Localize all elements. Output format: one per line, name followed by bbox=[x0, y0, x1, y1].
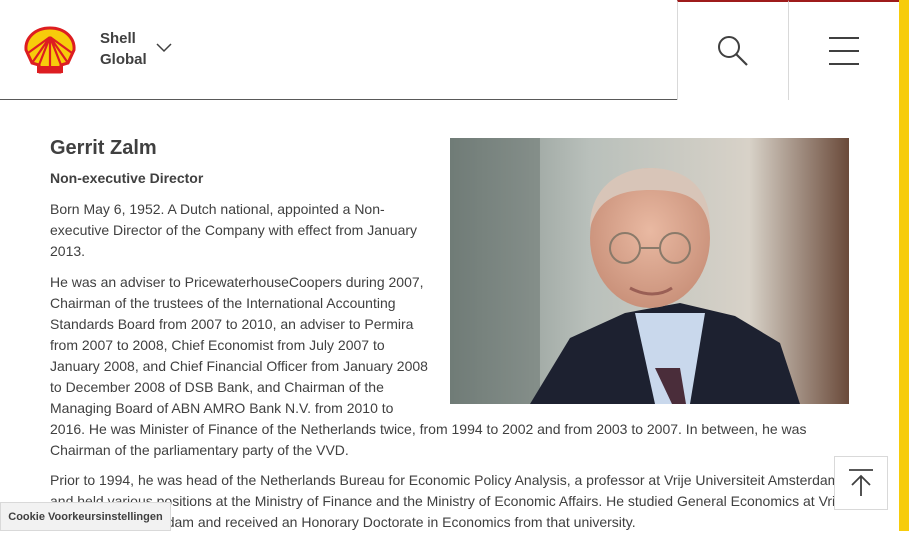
back-to-top-button[interactable] bbox=[834, 456, 888, 510]
profile-career: He was an adviser to PricewaterhouseCoop… bbox=[50, 272, 806, 461]
brand-line1: Shell bbox=[100, 30, 136, 47]
shell-logo[interactable] bbox=[23, 26, 77, 75]
brand-label[interactable]: Shell Global bbox=[100, 28, 147, 70]
career-line: Chairman of the trustees of the Internat… bbox=[50, 295, 396, 311]
career-line: from 2007 to 2008, Chief Economist from … bbox=[50, 337, 385, 353]
career-line: Chairman of the parliamentary party of t… bbox=[50, 442, 349, 458]
profile-name: Gerrit Zalm bbox=[50, 137, 157, 159]
profile-role: Non-executive Director bbox=[50, 170, 204, 186]
chevron-down-icon[interactable] bbox=[155, 42, 173, 54]
brand-line2: Global bbox=[100, 51, 147, 68]
brand-accent-strip bbox=[899, 0, 909, 531]
career-line: January 2008, and Chief Financial Office… bbox=[50, 358, 428, 374]
menu-icon bbox=[829, 37, 859, 65]
site-header: Shell Global bbox=[0, 0, 899, 100]
career-line: 2016. He was Minister of Finance of the … bbox=[50, 421, 807, 437]
arrow-up-icon bbox=[849, 469, 873, 496]
cookie-settings-button[interactable]: Cookie Voorkeursinstellingen bbox=[0, 502, 171, 531]
career-line: Managing Board of ABN AMRO Bank N.V. fro… bbox=[50, 400, 394, 416]
career-line: Standards Board from 2007 to 2010, an ad… bbox=[50, 316, 414, 332]
search-button[interactable] bbox=[677, 0, 788, 100]
education-line: Prior to 1994, he was head of the Nether… bbox=[50, 472, 840, 488]
career-line: He was an adviser to PricewaterhouseCoop… bbox=[50, 274, 424, 290]
profile-intro: Born May 6, 1952. A Dutch national, appo… bbox=[50, 201, 418, 259]
career-line: to December 2008 of DSB Bank, and Chairm… bbox=[50, 379, 384, 395]
search-icon bbox=[718, 36, 748, 66]
menu-button[interactable] bbox=[788, 0, 899, 100]
